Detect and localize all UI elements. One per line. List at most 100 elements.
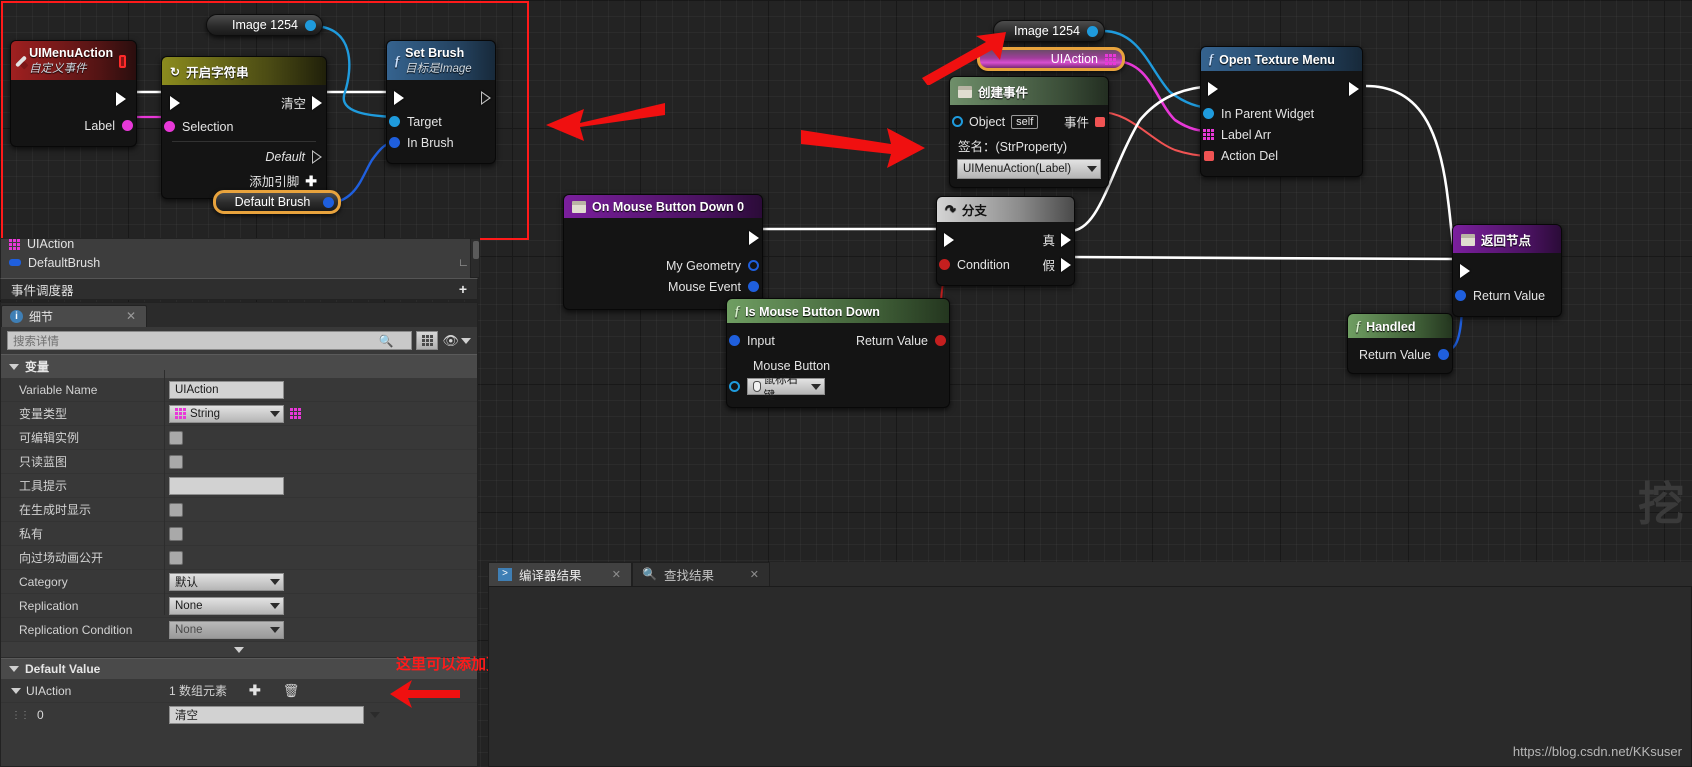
replication-combo[interactable]: None [169, 596, 284, 615]
my-blueprint-panel[interactable]: UIAction DefaultBrush ∟ [0, 238, 478, 280]
close-icon[interactable]: ✕ [612, 568, 621, 581]
otm-exec-output-pin[interactable] [1349, 81, 1359, 96]
switch-clear-output-pin[interactable] [312, 95, 322, 110]
editable-instance-checkbox[interactable] [169, 430, 183, 445]
branch-false-pin[interactable] [1061, 257, 1071, 272]
show-on-spawn-checkbox[interactable] [169, 502, 183, 517]
blueprint-readonly-checkbox[interactable] [169, 454, 183, 469]
event-delegate-output-pin[interactable] [1095, 116, 1105, 127]
prop-row-tooltip[interactable]: 工具提示 [1, 474, 477, 498]
tab-compiler-results[interactable]: > 编译器结果 ✕ [488, 562, 632, 586]
event-dispatcher-section[interactable]: 事件调度器 + [0, 278, 478, 300]
chevron-down-icon[interactable] [370, 712, 380, 718]
close-icon[interactable]: ✕ [750, 568, 759, 581]
in-parent-widget-input-pin[interactable] [1203, 108, 1214, 119]
switch-exec-input-pin[interactable] [170, 95, 180, 110]
my-blueprint-item-defaultbrush[interactable]: DefaultBrush ∟ [1, 252, 477, 273]
default-value-element-row[interactable]: ⋮⋮ 0 清空 [1, 703, 477, 727]
object-input-pin[interactable] [952, 116, 963, 127]
my-blueprint-item-uiaction[interactable]: UIAction [1, 239, 477, 252]
search-input[interactable]: 搜索详情 🔍 [7, 331, 413, 350]
mouse-button-input-pin[interactable] [729, 381, 740, 392]
tab-details[interactable]: i 细节 ✕ [1, 305, 147, 327]
get-uiaction-node[interactable]: UIAction [977, 47, 1125, 71]
my-blueprint-scrollbar[interactable] [470, 238, 480, 278]
exec-output-pin[interactable] [116, 91, 126, 106]
return-value-input-pin[interactable] [1455, 290, 1466, 301]
trash-icon[interactable]: 🗑 [283, 683, 300, 699]
ombd-exec-output-pin[interactable] [749, 230, 759, 245]
get-image-1254-node-right[interactable]: Image 1254 [993, 20, 1105, 42]
image-output-pin-right[interactable] [1087, 25, 1098, 37]
switch-on-string-node[interactable]: ↻ 开启字符串 清空 Selection Default 添加引脚 ✚ [161, 56, 327, 199]
private-checkbox[interactable] [169, 526, 183, 541]
grid-view-icon[interactable] [416, 331, 439, 350]
mouse-button-combo[interactable]: 鼠标右键 [747, 374, 825, 402]
object-self-value[interactable]: self [1011, 114, 1039, 129]
scroll-thumb[interactable] [473, 241, 479, 259]
event-toggle-icon[interactable] [119, 54, 126, 68]
eye-icon[interactable]: 👁 [442, 333, 471, 349]
tooltip-input[interactable] [169, 476, 284, 495]
prop-row-private[interactable]: 私有 [1, 522, 477, 546]
set-brush-exec-input-pin[interactable] [394, 90, 404, 105]
variable-type-combo[interactable]: String [169, 404, 284, 423]
uiaction-array-output-pin[interactable] [1105, 53, 1116, 65]
create-event-node[interactable]: 创建事件 Object self 事件 签名：(StrProperty) UIM [949, 76, 1109, 188]
container-type-icon[interactable] [290, 408, 301, 419]
ui-menu-action-node[interactable]: UIMenuAction 自定义事件 Label [10, 40, 137, 147]
log-output-pane[interactable] [488, 586, 1692, 767]
plus-icon[interactable]: ✚ [249, 682, 261, 699]
open-texture-menu-node[interactable]: f Open Texture Menu In Parent Widget Lab… [1200, 46, 1363, 177]
target-input-pin[interactable] [389, 116, 400, 127]
branch-true-pin[interactable] [1061, 232, 1071, 247]
element-value-input[interactable]: 清空 [169, 706, 364, 724]
set-brush-node[interactable]: f Set Brush 目标是Image Target In Brush [386, 40, 496, 164]
is-mouse-button-down-node[interactable]: f Is Mouse Button Down Input Return Valu… [726, 298, 950, 408]
signature-combo[interactable]: UIMenuAction(Label) [957, 159, 1101, 179]
return-node[interactable]: 返回节点 Return Value [1452, 224, 1562, 317]
action-del-input-pin[interactable] [1204, 150, 1214, 161]
handled-node[interactable]: f Handled Return Value [1347, 313, 1453, 374]
return-exec-input-pin[interactable] [1460, 263, 1470, 278]
imbd-return-value-pin[interactable] [935, 335, 946, 346]
mouse-event-output-pin[interactable] [748, 281, 759, 292]
prop-row-blueprint-readonly[interactable]: 只读蓝图 [1, 450, 477, 474]
prop-row-show-on-spawn[interactable]: 在生成时显示 [1, 498, 477, 522]
default-brush-output-pin[interactable] [323, 196, 334, 208]
category-combo[interactable]: 默认 [169, 572, 284, 591]
my-geometry-output-pin[interactable] [748, 260, 759, 271]
scroll-arrow-icon[interactable]: ∟ [458, 257, 469, 269]
image-output-pin-left[interactable] [305, 19, 316, 31]
branch-node[interactable]: ↷ 分支 真 Condition 假 [936, 196, 1075, 286]
imbd-input-pin[interactable] [729, 335, 740, 346]
branch-exec-input-pin[interactable] [944, 232, 954, 247]
prop-row-variable-name[interactable]: Variable Name UIAction [1, 378, 477, 402]
expose-to-cinematics-checkbox[interactable] [169, 550, 183, 565]
prop-row-variable-type[interactable]: 变量类型 String [1, 402, 477, 426]
drag-handle-icon[interactable]: ⋮⋮ [11, 710, 30, 721]
get-default-brush-node[interactable]: Default Brush [213, 190, 341, 214]
label-arr-input-pin[interactable] [1203, 129, 1214, 140]
on-mouse-button-down-node[interactable]: On Mouse Button Down 0 My Geometry Mouse… [563, 194, 763, 310]
plus-icon[interactable]: ✚ [305, 174, 317, 188]
label-output-pin[interactable] [122, 120, 133, 131]
close-icon[interactable]: ✕ [126, 309, 136, 323]
prop-row-expose-to-cinematics[interactable]: 向过场动画公开 [1, 546, 477, 570]
handled-return-value-pin[interactable] [1438, 349, 1449, 360]
in-brush-input-pin[interactable] [389, 137, 400, 148]
switch-add-pin-row[interactable]: 添加引脚 ✚ [162, 170, 326, 191]
otm-exec-input-pin[interactable] [1208, 81, 1218, 96]
switch-default-pin[interactable] [312, 149, 322, 164]
details-panel[interactable]: i 细节 ✕ 搜索详情 🔍 👁 变量 Variable Name UIActio… [0, 302, 478, 767]
get-image-1254-node-left[interactable]: Image 1254 [206, 14, 323, 36]
set-brush-exec-output-pin[interactable] [481, 90, 491, 105]
default-value-array-row[interactable]: UIAction 1 数组元素 ✚ 🗑 [1, 679, 477, 703]
prop-row-editable-instance[interactable]: 可编辑实例 [1, 426, 477, 450]
section-variable-header[interactable]: 变量 [1, 354, 477, 378]
prop-row-replication-condition[interactable]: Replication Condition None [1, 618, 477, 642]
prop-row-replication[interactable]: Replication None [1, 594, 477, 618]
add-event-dispatcher-button[interactable]: + [459, 281, 467, 297]
prop-row-category[interactable]: Category 默认 [1, 570, 477, 594]
collapse-triangle-icon[interactable] [11, 687, 21, 694]
